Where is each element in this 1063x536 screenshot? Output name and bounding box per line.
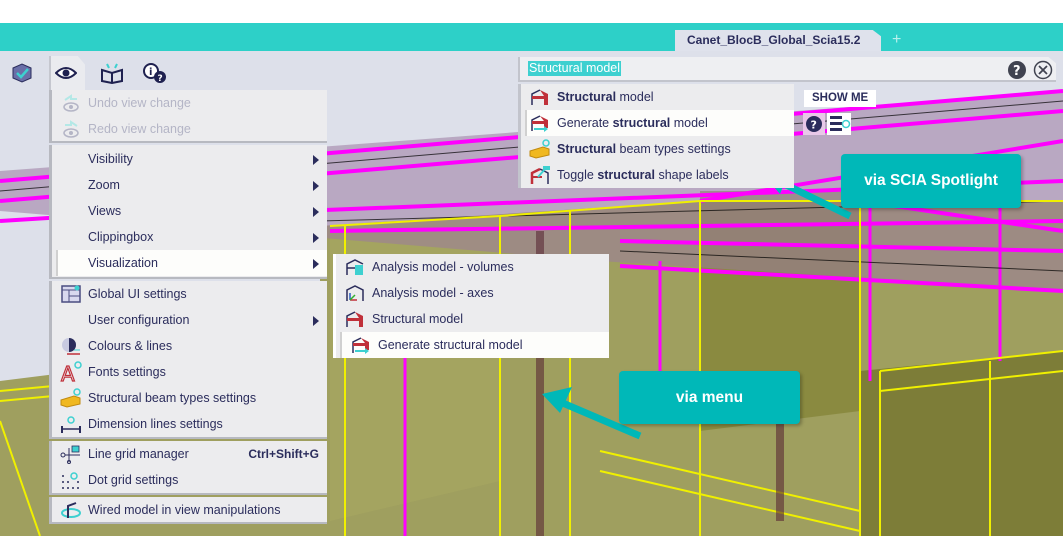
callout-spotlight: via SCIA Spotlight — [841, 154, 1021, 208]
view-menu-grid-group: Line grid manager Ctrl+Shift+G Dot grid … — [49, 441, 327, 495]
spotlight-results: Structural model Generate structural mod… — [518, 84, 794, 188]
svg-text:i: i — [149, 67, 152, 78]
analysis-volumes-icon — [342, 256, 368, 278]
new-tab-button[interactable]: + — [892, 30, 901, 50]
menu-item-user-configuration[interactable]: User configuration — [52, 307, 327, 333]
tab-bar — [0, 23, 1063, 51]
structural-model-icon — [527, 86, 553, 108]
callout-menu: via menu — [619, 371, 800, 424]
submenu-arrow-icon — [313, 155, 319, 165]
menu-item-redo-view-change: Redo view change — [52, 116, 327, 142]
shortcut-label: Ctrl+Shift+G — [248, 447, 319, 461]
spotlight-result-toggle-shape-labels[interactable]: Toggle structural shape labels — [521, 162, 794, 188]
menu-item-generate-structural-model[interactable]: Generate structural model — [340, 332, 609, 358]
spotlight-result-generate-structural-model[interactable]: Generate structural model — [525, 110, 794, 136]
generate-structural-model-icon — [527, 112, 553, 134]
eye-icon[interactable] — [51, 58, 81, 88]
analysis-axes-icon — [342, 282, 368, 304]
show-me-help-icon[interactable]: ? — [803, 113, 825, 135]
undo-view-icon — [58, 92, 84, 114]
svg-text:?: ? — [811, 119, 817, 132]
spotlight-query: Structural model — [528, 61, 622, 76]
menu-item-analysis-model-axes[interactable]: Analysis model - axes — [336, 280, 609, 306]
close-icon[interactable] — [1033, 60, 1053, 85]
structural-model-icon — [342, 308, 368, 330]
menu-item-dot-grid-settings[interactable]: Dot grid settings — [52, 467, 327, 493]
open-book-icon[interactable] — [97, 58, 127, 88]
submenu-arrow-icon — [313, 259, 319, 269]
menu-item-line-grid-manager[interactable]: Line grid manager Ctrl+Shift+G — [52, 441, 327, 467]
menu-item-structural-beam-types-settings[interactable]: Structural beam types settings — [52, 385, 327, 411]
menu-item-structural-model[interactable]: Structural model — [336, 306, 609, 332]
checked-cube-icon[interactable] — [7, 58, 37, 88]
menu-item-visibility[interactable]: Visibility — [52, 146, 327, 172]
submenu-arrow-icon — [313, 316, 319, 326]
svg-text:?: ? — [158, 74, 163, 84]
wired-model-icon — [58, 499, 84, 521]
redo-view-icon — [58, 118, 84, 140]
fonts-settings-icon: A — [58, 361, 84, 383]
spotlight-result-beam-types[interactable]: Structural beam types settings — [521, 136, 794, 162]
view-menu-history-group: Undo view change Redo view change — [49, 90, 327, 143]
generate-structural-model-icon — [348, 334, 374, 356]
document-tab[interactable]: Canet_BlocB_Global_Scia15.2 — [675, 30, 881, 51]
submenu-arrow-icon — [313, 181, 319, 191]
menu-item-visualization[interactable]: Visualization — [56, 250, 327, 276]
submenu-arrow-icon — [313, 233, 319, 243]
view-menu-wired-group: Wired model in view manipulations — [49, 497, 327, 524]
info-help-icon[interactable]: i? — [140, 58, 170, 88]
toggle-shape-labels-icon — [527, 164, 553, 186]
dimension-lines-icon — [58, 413, 84, 435]
menu-item-zoom[interactable]: Zoom — [52, 172, 327, 198]
menu-item-clippingbox[interactable]: Clippingbox — [52, 224, 327, 250]
show-me-button[interactable]: SHOW ME — [804, 90, 877, 107]
show-me-location-icon[interactable] — [827, 113, 851, 135]
help-icon[interactable]: ? — [1007, 60, 1027, 85]
beam-types-icon — [527, 138, 553, 160]
view-menu-navigation-group: Visibility Zoom Views Clippingbox Visual… — [49, 145, 327, 279]
line-grid-icon — [58, 443, 84, 465]
svg-text:?: ? — [1013, 64, 1021, 79]
dot-grid-icon — [58, 469, 84, 491]
menu-item-analysis-model-volumes[interactable]: Analysis model - volumes — [336, 254, 609, 280]
submenu-arrow-icon — [313, 207, 319, 217]
menu-item-undo-view-change: Undo view change — [52, 90, 327, 116]
colours-lines-icon — [58, 335, 84, 357]
beam-types-icon — [58, 387, 84, 409]
spotlight-search-input[interactable]: Structural model — [518, 57, 1056, 82]
menu-item-fonts-settings[interactable]: A Fonts settings — [52, 359, 327, 385]
visualization-submenu: Analysis model - volumes Analysis model … — [333, 254, 609, 358]
menu-item-global-ui-settings[interactable]: Global UI settings — [52, 281, 327, 307]
global-ui-settings-icon — [58, 283, 84, 305]
menu-item-wired-model[interactable]: Wired model in view manipulations — [52, 497, 327, 523]
svg-text:A: A — [61, 362, 75, 383]
top-strip — [0, 0, 1063, 23]
menu-item-colours-lines[interactable]: Colours & lines — [52, 333, 327, 359]
menu-item-views[interactable]: Views — [52, 198, 327, 224]
view-menu-settings-group: Global UI settings User configuration Co… — [49, 281, 327, 439]
spotlight-result-structural-model[interactable]: Structural model — [521, 84, 794, 110]
menu-item-dimension-lines-settings[interactable]: Dimension lines settings — [52, 411, 327, 437]
